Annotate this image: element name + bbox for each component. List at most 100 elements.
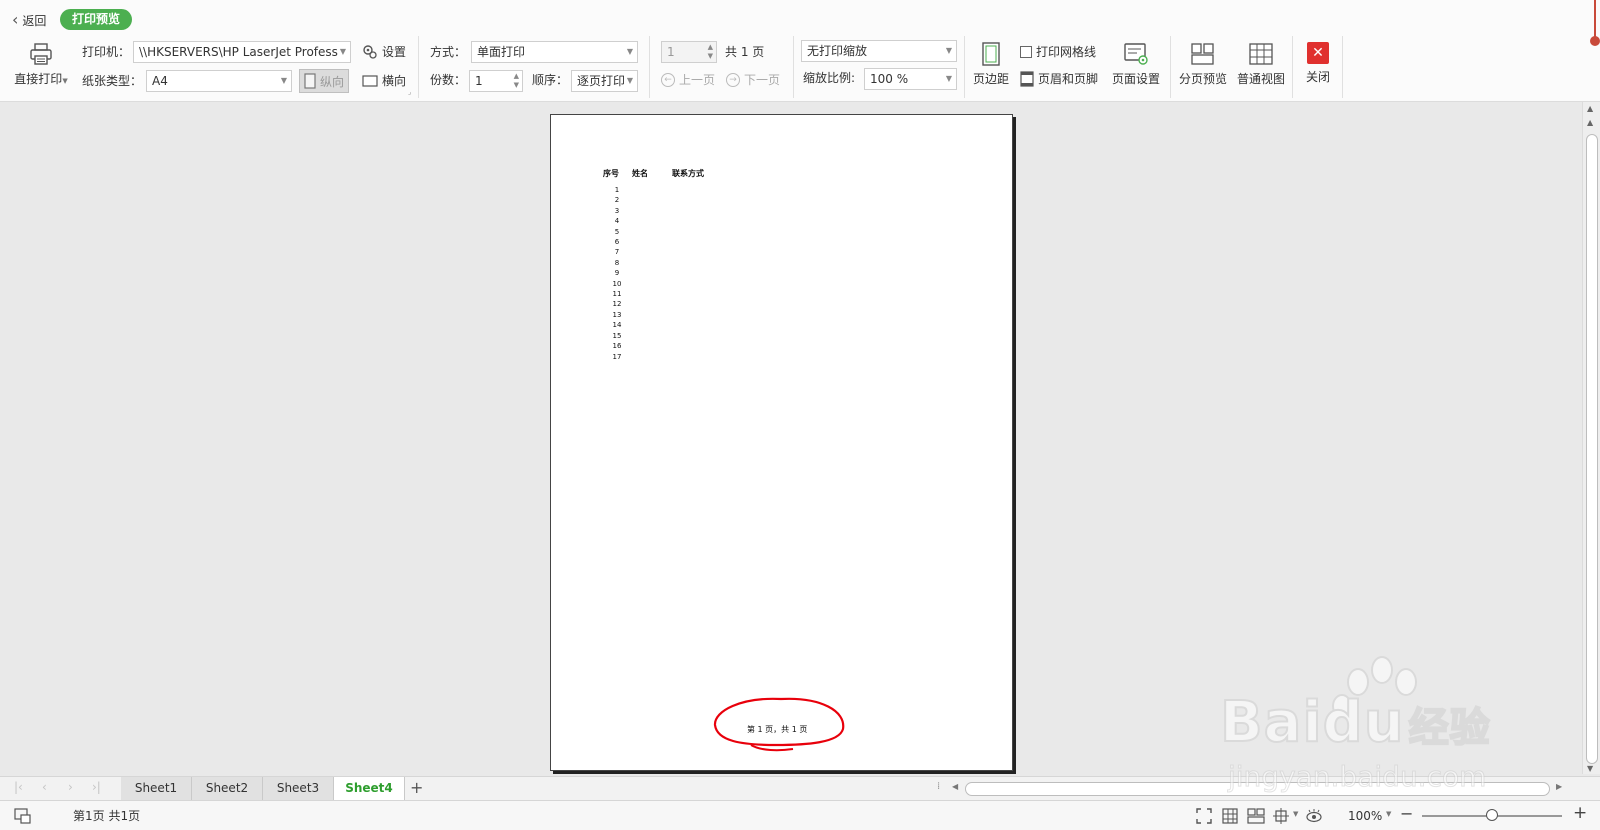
scroll-up-arrow-icon[interactable]: ▲	[1587, 104, 1593, 113]
normal-view-status-icon[interactable]	[1222, 808, 1238, 824]
method-label: 方式：	[430, 45, 467, 59]
splitter-handle-icon[interactable]: ⁞	[937, 781, 940, 792]
ribbon-separator	[649, 36, 650, 98]
dropdown-arrow-icon[interactable]: ▼	[62, 77, 67, 85]
page-margins-icon	[982, 42, 1000, 66]
prev-page-button[interactable]: ← 上一页	[661, 70, 715, 90]
header-footer-icon	[1020, 71, 1034, 87]
page-break-preview-icon	[1191, 43, 1214, 65]
page-break-preview-button[interactable]: 分页预览	[1175, 42, 1231, 87]
paper-type-select[interactable]: A4 ▼	[146, 70, 292, 92]
printer-label: 打印机：	[82, 45, 131, 59]
page-setup-button[interactable]: 页面设置	[1106, 42, 1166, 87]
copies-value: 1	[475, 74, 483, 88]
vertical-scroll-thumb[interactable]	[1586, 134, 1598, 764]
printer-select[interactable]: \\HKSERVERS\HP LaserJet Profess ▼	[133, 41, 351, 63]
next-page-button[interactable]: → 下一页	[726, 70, 780, 90]
row-number: 10	[612, 279, 622, 288]
watermark-url-text: jingyan.baidu.com	[1227, 760, 1487, 794]
add-sheet-icon[interactable]: +	[410, 778, 423, 797]
chevron-down-icon: ▼	[280, 76, 287, 85]
paper-type-value: A4	[152, 74, 168, 88]
first-sheet-icon[interactable]: |‹	[14, 780, 23, 794]
status-bar: 第1页 共1页 ▼ 100% ▼ − +	[0, 800, 1600, 830]
paper-type-label: 纸张类型：	[82, 74, 143, 88]
row-number: 3	[614, 206, 620, 215]
zoom-level-dropdown[interactable]: 100%	[1348, 806, 1382, 826]
margins-button[interactable]: 页边距	[968, 42, 1014, 87]
prev-sheet-icon[interactable]: ‹	[42, 780, 47, 794]
chevron-down-icon: ▼	[945, 74, 952, 83]
chevron-down-icon: ▼	[626, 47, 633, 56]
printer-settings-button[interactable]: 设置	[362, 42, 406, 62]
page-break-status-icon[interactable]	[1247, 808, 1265, 824]
spin-down-icon[interactable]: ▼	[708, 52, 713, 61]
sheet-tab-3[interactable]: Sheet3	[263, 777, 334, 801]
spin-down-icon[interactable]: ▼	[514, 81, 519, 90]
page-number-input[interactable]: 1 ▲ ▼	[661, 41, 717, 63]
red-annotation-circle	[713, 697, 845, 752]
spin-up-icon[interactable]: ▲	[708, 43, 713, 52]
total-pages-label: 共 1 页	[725, 45, 765, 59]
chevron-down-icon[interactable]: ▼	[1386, 810, 1391, 818]
watermark-brand-text: Bai	[1219, 689, 1323, 756]
close-icon: ✕	[1307, 42, 1329, 64]
order-label: 顺序：	[532, 73, 569, 87]
row-number: 6	[614, 238, 620, 247]
ribbon-separator	[1292, 36, 1293, 98]
order-select[interactable]: 逐页打印 ▼	[571, 70, 638, 92]
zoom-slider-knob[interactable]	[1486, 809, 1498, 821]
sheet-tab-4[interactable]: Sheet4	[334, 777, 405, 801]
zoom-in-button[interactable]: +	[1573, 803, 1587, 823]
close-preview-button[interactable]: ✕ 关闭	[1298, 42, 1338, 85]
row-number: 2	[614, 196, 620, 205]
vertical-scrollbar[interactable]: ▲ ▲ ▼	[1582, 102, 1600, 774]
print-gridlines-label: 打印网格线	[1036, 45, 1097, 59]
ribbon-separator	[1170, 36, 1171, 98]
scroll-down-arrow-icon[interactable]: ▼	[1587, 764, 1593, 773]
landscape-button[interactable]: 横向	[362, 71, 406, 91]
print-gridlines-checkbox[interactable]: 打印网格线	[1020, 42, 1096, 62]
scroll-up-arrow-icon[interactable]: ▲	[1587, 118, 1593, 127]
chevron-down-icon[interactable]: ▼	[1293, 810, 1298, 818]
method-select[interactable]: 单面打印 ▼	[471, 41, 638, 63]
scroll-right-arrow-icon[interactable]: ▶	[1556, 782, 1562, 791]
print-preview-ribbon: ‹ 返回 打印预览 直接打印▼ 打印机： \\HKSERVERS\HP Lase…	[0, 0, 1600, 102]
row-number: 13	[612, 310, 622, 319]
row-number: 1	[614, 186, 620, 194]
normal-view-button[interactable]: 普通视图	[1233, 42, 1289, 87]
expand-corner-icon[interactable]: ⌟	[408, 88, 411, 96]
scale-mode-select[interactable]: 无打印缩放 ▼	[801, 40, 957, 62]
row-number: 15	[612, 331, 622, 340]
row-number: 9	[614, 269, 620, 278]
direct-print-button[interactable]: 直接打印▼	[10, 42, 72, 87]
column-header-index: 序号	[603, 169, 619, 178]
ribbon-separator	[418, 36, 419, 98]
circle-arrow-left-icon: ←	[661, 73, 675, 87]
printer-icon	[30, 43, 52, 65]
margins-label: 页边距	[972, 72, 1009, 86]
zoom-out-button[interactable]: −	[1400, 804, 1413, 823]
back-button[interactable]: ‹ 返回	[12, 10, 46, 30]
next-sheet-icon[interactable]: ›	[68, 780, 73, 794]
page-setup-label: 页面设置	[1111, 72, 1160, 86]
portrait-button[interactable]: 纵向	[299, 69, 350, 93]
row-number: 4	[614, 217, 620, 226]
header-footer-button[interactable]: 页眉和页脚	[1020, 69, 1098, 89]
macro-record-icon[interactable]	[14, 808, 32, 824]
print-preview-badge: 打印预览	[60, 9, 133, 30]
spin-up-icon[interactable]: ▲	[514, 72, 519, 81]
window-edge-dot	[1590, 36, 1600, 46]
grid-view-icon	[1249, 43, 1273, 65]
copies-stepper[interactable]: 1 ▲ ▼	[469, 70, 523, 92]
last-sheet-icon[interactable]: ›|	[92, 780, 101, 794]
scale-ratio-select[interactable]: 100 % ▼	[864, 68, 957, 90]
window-edge-marker	[1594, 0, 1596, 40]
sheet-tab-2[interactable]: Sheet2	[192, 777, 263, 801]
eye-protection-icon[interactable]	[1305, 808, 1323, 824]
scroll-left-arrow-icon[interactable]: ◀	[952, 782, 958, 791]
row-number: 17	[612, 352, 622, 361]
reading-mode-icon[interactable]	[1273, 808, 1293, 824]
sheet-tab-1[interactable]: Sheet1	[121, 777, 192, 801]
fullscreen-icon[interactable]	[1196, 808, 1212, 824]
